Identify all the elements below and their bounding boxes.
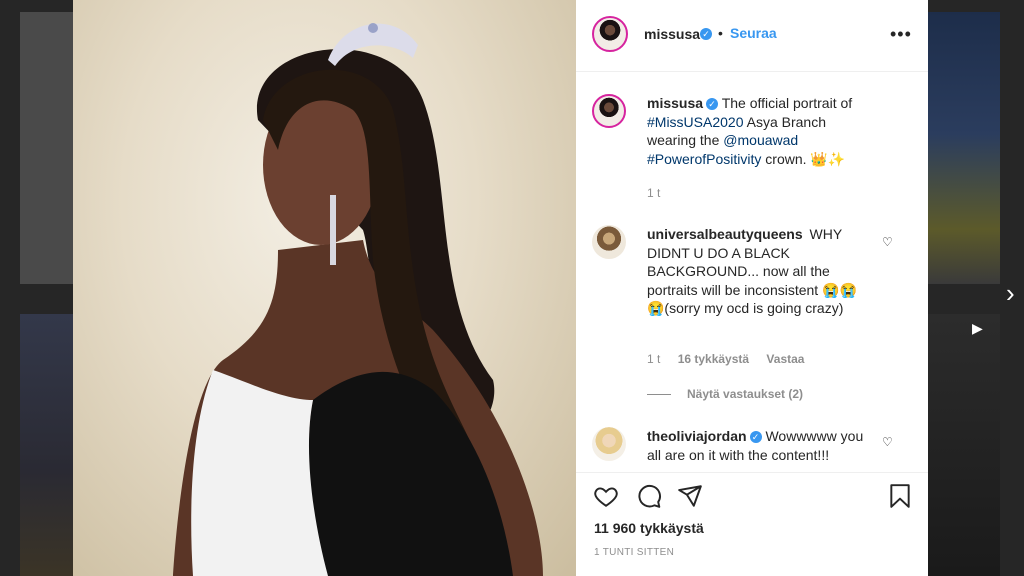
reply-button[interactable]: Vastaa [766, 352, 804, 366]
hashtag-link[interactable]: #PowerofPositivity [647, 151, 761, 167]
comment-age[interactable]: 1 t [647, 352, 660, 366]
verified-badge-icon: ✓ [749, 431, 762, 444]
comment-bubble-icon[interactable] [636, 483, 662, 509]
caption-text: missusa ✓ The official portrait of #MissU… [647, 94, 869, 168]
like-heart-icon[interactable] [593, 483, 619, 509]
follow-button[interactable]: Seuraa [730, 25, 777, 41]
comment-likes[interactable]: 16 tykkäystä [678, 352, 749, 366]
caption-username[interactable]: missusa [647, 95, 703, 111]
post-actions: 11 960 tykkäystä 1 TUNTI SITTEN [576, 472, 928, 576]
post-header: missusa ✓ • Seuraa ••• [576, 0, 928, 72]
divider-line [647, 394, 671, 396]
like-comment-heart-icon[interactable]: ♡ [882, 435, 893, 449]
portrait-illustration [173, 23, 543, 576]
share-send-icon[interactable] [677, 483, 703, 509]
commenter-username[interactable]: theoliviajordan [647, 428, 747, 444]
video-icon: ▶ [972, 320, 983, 336]
verified-badge-icon: ✓ [700, 28, 712, 40]
caption-meta: 1 t [647, 186, 674, 200]
likes-count[interactable]: 11 960 tykkäystä [594, 520, 704, 536]
comment-meta: 1 t 16 tykkäystä Vastaa [647, 352, 818, 366]
background-post-thumbnail[interactable] [20, 314, 74, 576]
commenter-avatar[interactable] [592, 225, 626, 259]
separator-dot: • [718, 25, 723, 41]
background-post-thumbnail[interactable] [928, 12, 1000, 284]
caption-part: The official portrait of [721, 95, 853, 111]
comment-text: universalbeautyqueens WHY DIDNT U DO A B… [647, 225, 869, 318]
view-replies-button[interactable]: Näytä vastaukset (2) [647, 387, 803, 401]
hashtag-link[interactable]: #MissUSA2020 [647, 114, 744, 130]
like-comment-heart-icon[interactable]: ♡ [882, 235, 893, 249]
comment-text: theoliviajordan ✓ Wowwwww you all are on … [647, 427, 869, 464]
caption-avatar[interactable] [592, 94, 626, 128]
view-replies-label: Näytä vastaukset (2) [687, 387, 804, 401]
save-bookmark-icon[interactable] [887, 483, 913, 509]
caption-age[interactable]: 1 t [647, 186, 660, 200]
background-post-thumbnail[interactable] [928, 314, 1000, 576]
post-photo[interactable] [73, 0, 576, 576]
author-username[interactable]: missusa [644, 26, 700, 42]
post-timestamp[interactable]: 1 TUNTI SITTEN [594, 547, 674, 558]
post-side-panel: missusa ✓ • Seuraa ••• missusa ✓ The offi… [576, 0, 928, 576]
background-post-thumbnail[interactable] [20, 12, 74, 284]
author-avatar[interactable] [592, 16, 628, 52]
commenter-username[interactable]: universalbeautyqueens [647, 226, 803, 242]
caption-part: crown. 👑✨ [765, 150, 846, 167]
comments-list[interactable]: missusa ✓ The official portrait of #MissU… [576, 73, 928, 471]
verified-badge-icon: ✓ [706, 98, 719, 111]
mention-link[interactable]: @mouawad [723, 132, 798, 148]
commenter-avatar[interactable] [592, 427, 626, 461]
next-post-arrow-icon[interactable]: › [1006, 278, 1015, 309]
more-options-icon[interactable]: ••• [890, 24, 912, 45]
